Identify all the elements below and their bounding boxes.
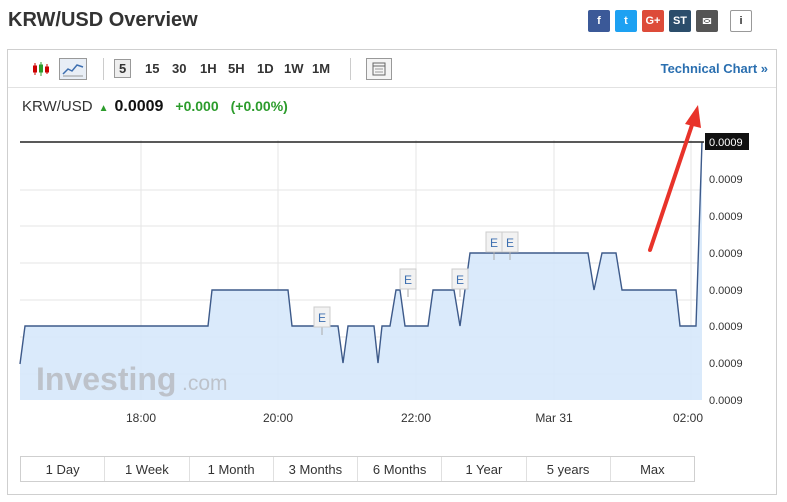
range-1-day[interactable]: 1 Day xyxy=(21,457,106,481)
page-title: KRW/USD Overview xyxy=(8,9,198,31)
y-tick-label: 0.0009 xyxy=(709,248,743,260)
timeframe-5H[interactable]: 5H xyxy=(228,61,245,76)
timeframe-1H[interactable]: 1H xyxy=(200,61,217,76)
toolbar-divider xyxy=(350,58,351,80)
quote-symbol: KRW/USD xyxy=(22,98,93,115)
x-tick-label: Mar 31 xyxy=(535,411,573,425)
area-chart-icon[interactable] xyxy=(59,58,87,80)
quote-change-percent: (+0.00%) xyxy=(230,98,288,114)
watermark: Investing xyxy=(36,361,176,397)
x-tick-label: 18:00 xyxy=(126,411,156,425)
x-tick-label: 02:00 xyxy=(673,411,703,425)
timeframe-1W[interactable]: 1W xyxy=(284,61,304,76)
quote-price: 0.0009 xyxy=(114,98,164,115)
chart-widget: 5 15 30 1H 5H 1D 1W 1M Technical Chart » KRW/US… xyxy=(7,49,777,495)
share-bar: f t G+ ST ✉ i xyxy=(588,10,757,32)
event-marker-label: E xyxy=(490,236,498,250)
range-selector: 1 Day 1 Week 1 Month 3 Months 6 Months 1 Year… xyxy=(20,456,695,482)
timeframe-1M[interactable]: 1M xyxy=(312,61,330,76)
range-1-month[interactable]: 1 Month xyxy=(190,457,274,481)
y-tick-label: 0.0009 xyxy=(709,285,743,297)
y-tick-label: 0.0009 xyxy=(709,358,743,370)
facebook-icon[interactable]: f xyxy=(588,10,610,32)
timeframe-15[interactable]: 15 xyxy=(145,61,159,76)
current-value-label: 0.0009 xyxy=(709,137,743,149)
toolbar-divider xyxy=(103,58,104,80)
y-tick-label: 0.0009 xyxy=(709,321,743,333)
y-tick-label: 0.0009 xyxy=(709,395,743,407)
range-5-years[interactable]: 5 years xyxy=(527,457,611,481)
google-plus-icon[interactable]: G+ xyxy=(642,10,664,32)
range-3-months[interactable]: 3 Months xyxy=(274,457,358,481)
info-icon[interactable]: i xyxy=(730,10,752,32)
y-tick-label: 0.0009 xyxy=(709,211,743,223)
range-1-year[interactable]: 1 Year xyxy=(442,457,527,481)
event-marker-label: E xyxy=(404,273,412,287)
timeframe-30[interactable]: 30 xyxy=(172,61,186,76)
range-max[interactable]: Max xyxy=(611,457,694,481)
watermark-suffix: .com xyxy=(182,372,228,395)
up-arrow-icon: ▲ xyxy=(98,103,109,114)
range-1-week[interactable]: 1 Week xyxy=(105,457,190,481)
twitter-icon[interactable]: t xyxy=(615,10,637,32)
quote-line: KRW/USD ▲ 0.0009 +0.000 (+0.00%) xyxy=(22,98,288,116)
timeframe-5[interactable]: 5 xyxy=(114,59,132,78)
event-marker-label: E xyxy=(318,311,326,325)
x-tick-label: 20:00 xyxy=(263,411,293,425)
timeframe-1D[interactable]: 1D xyxy=(257,61,274,76)
technical-chart-link[interactable]: Technical Chart » xyxy=(661,61,768,76)
event-marker-label: E xyxy=(456,273,464,287)
settings-window-icon[interactable] xyxy=(366,58,392,80)
event-marker-label: E xyxy=(506,236,514,250)
candlestick-chart-icon[interactable] xyxy=(28,58,54,80)
stocktwits-icon[interactable]: ST xyxy=(669,10,691,32)
range-6-months[interactable]: 6 Months xyxy=(358,457,443,481)
chart-toolbar: 5 15 30 1H 5H 1D 1W 1M Technical Chart » xyxy=(8,50,776,88)
x-tick-label: 22:00 xyxy=(401,411,431,425)
email-icon[interactable]: ✉ xyxy=(696,10,718,32)
price-chart[interactable]: Investing .comEE EE E0.00090.00090.00090.00… xyxy=(8,132,776,432)
quote-change: +0.000 xyxy=(175,98,219,114)
y-tick-label: 0.0009 xyxy=(709,174,743,186)
